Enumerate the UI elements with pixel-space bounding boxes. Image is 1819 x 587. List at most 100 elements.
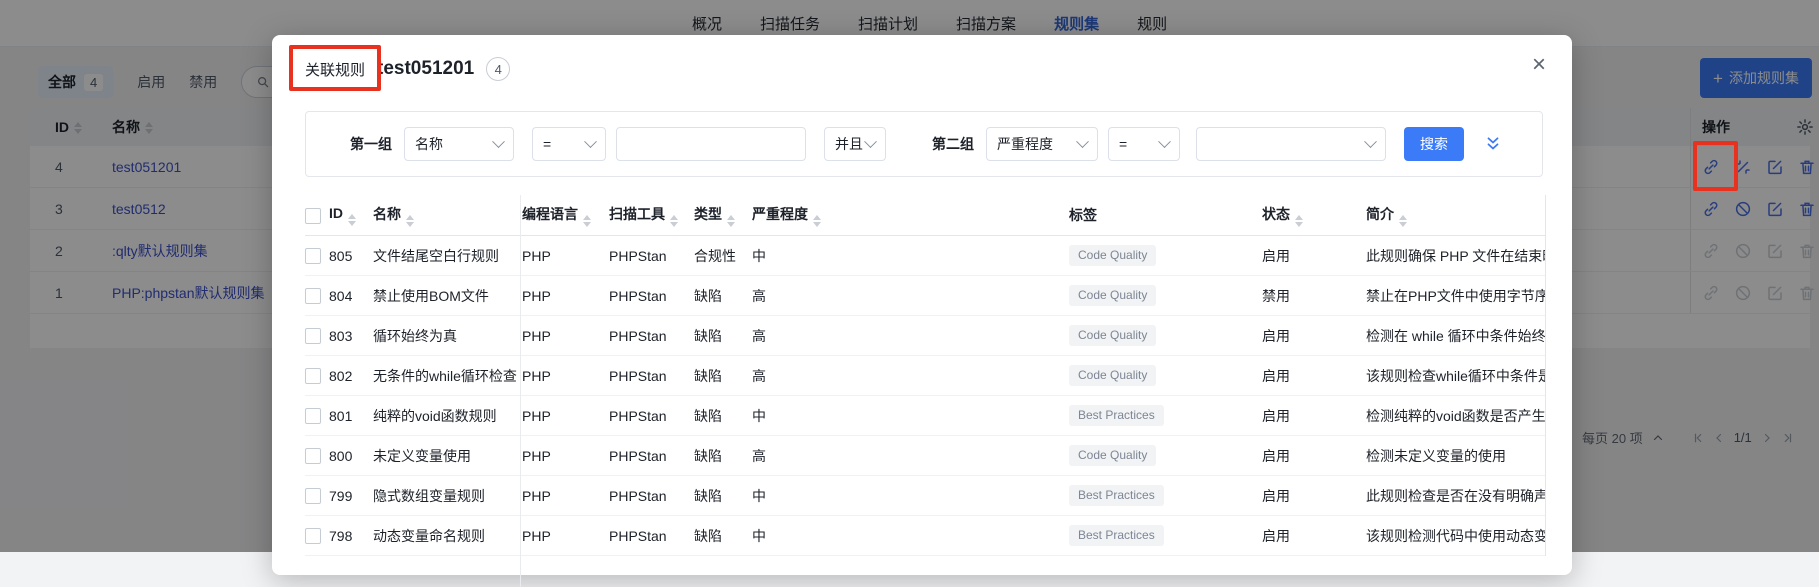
header-language[interactable]: 编程语言 bbox=[522, 195, 609, 236]
rule-severity: 高 bbox=[752, 355, 1069, 396]
rule-row: 800 未定义变量使用 PHP PHPStan 缺陷 高 Code Qualit… bbox=[305, 435, 1545, 476]
rule-row: 798 动态变量命名规则 PHP PHPStan 缺陷 中 Best Pract… bbox=[305, 515, 1545, 556]
select-all-checkbox[interactable] bbox=[305, 207, 321, 224]
modal-title: 关联规则 bbox=[305, 61, 366, 79]
rule-severity: 中 bbox=[752, 395, 1069, 436]
row-checkbox[interactable] bbox=[305, 288, 321, 305]
rules-table-header-row: ID 名称 编程语言 扫描工具 类型 严重程度 标签 状态 简介 bbox=[305, 195, 1545, 236]
rule-tag-badge: Code Quality bbox=[1069, 364, 1157, 387]
rule-tool: PHPStan bbox=[609, 275, 694, 316]
rule-count-badge: 4 bbox=[486, 57, 511, 81]
row-checkbox[interactable] bbox=[305, 448, 321, 465]
rule-description: 该规则检测代码中使用动态变量命名的情况 bbox=[1366, 515, 1545, 556]
rule-status: 启用 bbox=[1262, 435, 1366, 476]
sort-icon bbox=[813, 215, 821, 227]
group2-operator-select[interactable]: = bbox=[1108, 127, 1180, 161]
rule-tag-badge: Best Practices bbox=[1069, 524, 1164, 547]
rule-status: 启用 bbox=[1262, 475, 1366, 516]
rule-name-link[interactable]: 纯粹的void函数规则 bbox=[373, 395, 522, 436]
rule-severity: 高 bbox=[752, 435, 1069, 476]
rule-description: 此规则确保 PHP 文件在结束时有适当的空白行 bbox=[1366, 235, 1545, 276]
rule-name-link[interactable]: 文件结尾空白行规则 bbox=[373, 235, 522, 276]
rule-name-link[interactable]: 循环始终为真 bbox=[373, 315, 522, 356]
rule-tag-badge: Best Practices bbox=[1069, 404, 1164, 427]
rule-type: 缺陷 bbox=[694, 275, 752, 316]
row-checkbox[interactable] bbox=[305, 488, 321, 505]
connector-select[interactable]: 并且 bbox=[824, 127, 886, 161]
chevron-down-icon bbox=[1364, 134, 1377, 148]
rule-tag-badge: Code Quality bbox=[1069, 444, 1157, 467]
group1-field-select[interactable]: 名称 bbox=[404, 127, 514, 161]
sort-icon bbox=[1399, 215, 1407, 227]
rule-type: 缺陷 bbox=[694, 315, 752, 356]
rule-status: 启用 bbox=[1262, 395, 1366, 436]
rule-name-link[interactable]: 动态变量命名规则 bbox=[373, 515, 522, 556]
rule-description: 禁止在PHP文件中使用字节序标记 bbox=[1366, 275, 1545, 316]
sort-icon bbox=[348, 214, 356, 226]
header-tool[interactable]: 扫描工具 bbox=[609, 195, 694, 236]
header-id[interactable]: ID bbox=[329, 195, 373, 236]
header-type[interactable]: 类型 bbox=[694, 195, 752, 236]
modal-header: 关联规则 test051201 4 bbox=[305, 57, 511, 81]
rule-id: 798 bbox=[329, 515, 373, 556]
rule-tag-badge: Code Quality bbox=[1069, 284, 1157, 307]
rule-severity: 中 bbox=[752, 475, 1069, 516]
rule-row: 802 无条件的while循环检查 PHP PHPStan 缺陷 高 Code … bbox=[305, 355, 1545, 396]
chevron-down-icon bbox=[1158, 134, 1171, 148]
rule-tool: PHPStan bbox=[609, 435, 694, 476]
rule-status: 启用 bbox=[1262, 315, 1366, 356]
modal-ruleset-name: test051201 bbox=[377, 58, 475, 79]
rule-id: 803 bbox=[329, 315, 373, 356]
rule-description: 检测在 while 循环中条件始终为真的情况 bbox=[1366, 315, 1545, 356]
rule-name-link[interactable]: 无条件的while循环检查 bbox=[373, 355, 522, 396]
rule-language: PHP bbox=[522, 355, 609, 396]
rule-name-link[interactable]: 禁止使用BOM文件 bbox=[373, 275, 522, 316]
rule-id: 800 bbox=[329, 435, 373, 476]
rule-row: 799 隐式数组变量规则 PHP PHPStan 缺陷 中 Best Pract… bbox=[305, 475, 1545, 516]
rule-row: 804 禁止使用BOM文件 PHP PHPStan 缺陷 高 Code Qual… bbox=[305, 275, 1545, 316]
row-checkbox[interactable] bbox=[305, 328, 321, 345]
rule-tag-badge: Best Practices bbox=[1069, 484, 1164, 507]
rule-name-link[interactable]: 隐式数组变量规则 bbox=[373, 475, 522, 516]
rule-description: 此规则检查是否在没有明确声明的情况下使用数组 bbox=[1366, 475, 1545, 516]
group2-field-select[interactable]: 严重程度 bbox=[986, 127, 1098, 161]
header-severity[interactable]: 严重程度 bbox=[752, 195, 1069, 236]
row-checkbox[interactable] bbox=[305, 368, 321, 385]
rule-id: 805 bbox=[329, 235, 373, 276]
rule-row: 805 文件结尾空白行规则 PHP PHPStan 合规性 中 Code Qua… bbox=[305, 235, 1545, 276]
rule-row: 803 循环始终为真 PHP PHPStan 缺陷 高 Code Quality… bbox=[305, 315, 1545, 356]
sort-icon bbox=[670, 215, 678, 227]
group1-value-input[interactable] bbox=[616, 127, 806, 161]
header-name[interactable]: 名称 bbox=[373, 195, 522, 236]
rule-tool: PHPStan bbox=[609, 355, 694, 396]
rule-language: PHP bbox=[522, 235, 609, 276]
rule-tool: PHPStan bbox=[609, 515, 694, 556]
search-button[interactable]: 搜索 bbox=[1404, 127, 1464, 161]
row-checkbox[interactable] bbox=[305, 528, 321, 545]
rule-tool: PHPStan bbox=[609, 235, 694, 276]
expand-filters-double-chevron-icon[interactable] bbox=[1484, 135, 1502, 153]
rule-id: 801 bbox=[329, 395, 373, 436]
rule-status: 启用 bbox=[1262, 235, 1366, 276]
rule-description: 检测未定义变量的使用 bbox=[1366, 435, 1545, 476]
filter-group1-label: 第一组 bbox=[350, 136, 392, 152]
rules-table: ID 名称 编程语言 扫描工具 类型 严重程度 标签 状态 简介 805 文件结… bbox=[305, 195, 1546, 556]
rule-type: 缺陷 bbox=[694, 435, 752, 476]
group2-value-select[interactable] bbox=[1196, 127, 1386, 161]
header-description[interactable]: 简介 bbox=[1366, 195, 1545, 236]
rule-status: 启用 bbox=[1262, 355, 1366, 396]
rule-severity: 高 bbox=[752, 315, 1069, 356]
group1-operator-select[interactable]: = bbox=[532, 127, 606, 161]
close-icon[interactable]: × bbox=[1528, 49, 1550, 81]
rule-type: 缺陷 bbox=[694, 515, 752, 556]
header-status[interactable]: 状态 bbox=[1262, 195, 1366, 236]
header-tags: 标签 bbox=[1069, 195, 1262, 236]
rule-language: PHP bbox=[522, 515, 609, 556]
rule-filter-bar: 第一组 名称 = 并且 第二组 严重程度 = 搜索 bbox=[305, 111, 1543, 177]
chevron-down-icon bbox=[864, 134, 877, 148]
rule-name-link[interactable]: 未定义变量使用 bbox=[373, 435, 522, 476]
row-checkbox[interactable] bbox=[305, 408, 321, 425]
row-checkbox[interactable] bbox=[305, 248, 321, 265]
rule-tool: PHPStan bbox=[609, 315, 694, 356]
rule-language: PHP bbox=[522, 315, 609, 356]
